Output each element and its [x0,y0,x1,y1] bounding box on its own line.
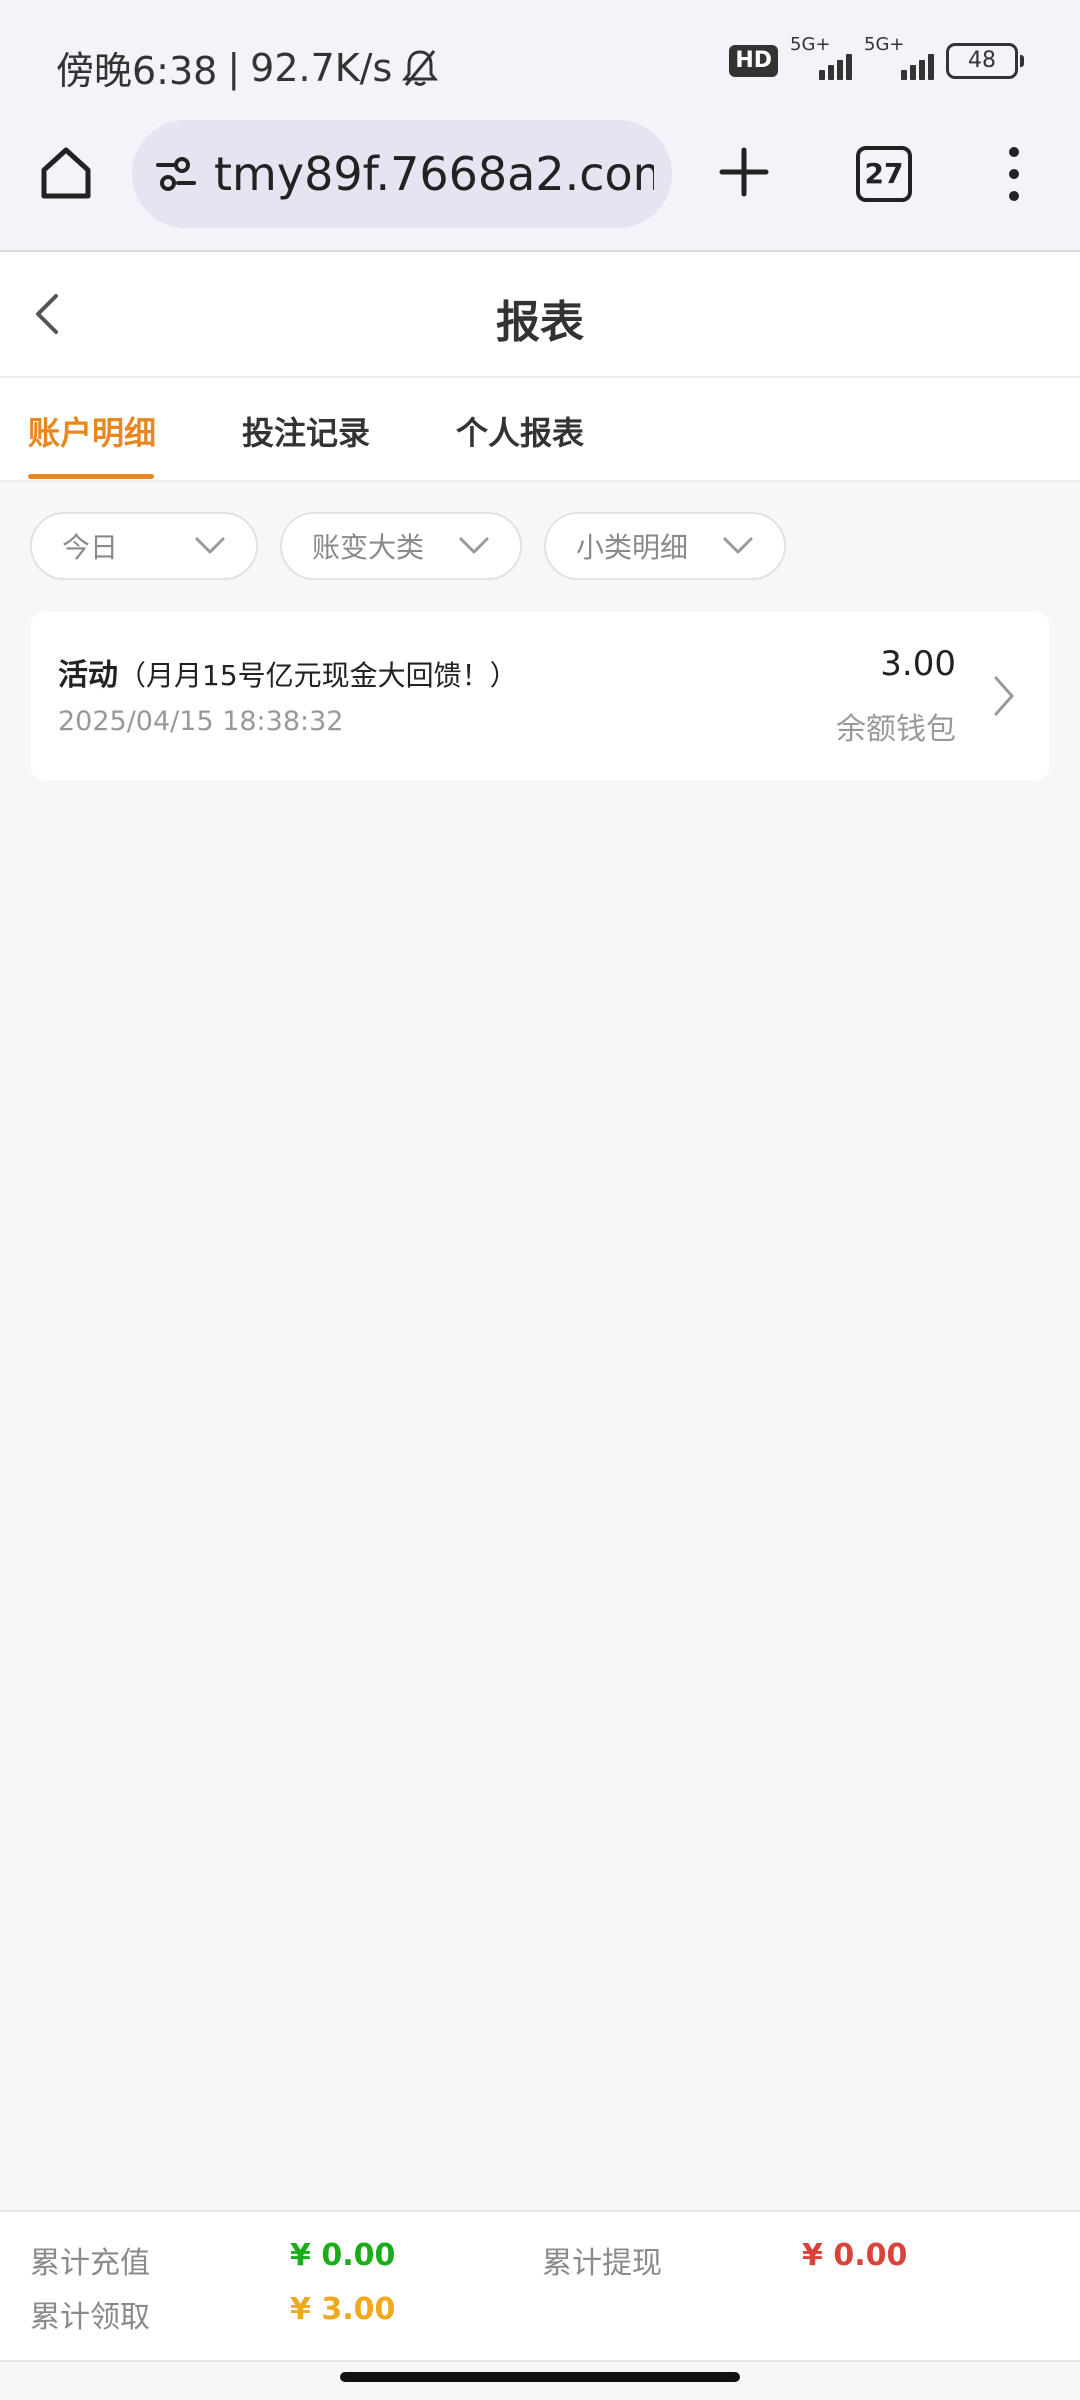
more-menu-icon[interactable] [1004,146,1024,202]
tab-personal-report[interactable]: 个人报表 [456,408,584,454]
total-claim-label: 累计领取 [30,2300,150,2335]
summary-panel: 累计充值 ¥ 0.00 累计提现 ¥ 0.00 累计领取 ¥ 3.00 [0,2210,1080,2362]
record-subtitle: （月月15号亿元现金大回馈！） [118,659,518,692]
record-wallet: 余额钱包 [836,712,956,747]
status-left: 傍晚6:38 | 92.7K/s [56,40,439,95]
record-amount: 3.00 [880,644,956,684]
total-withdraw-value: ¥ 0.00 [802,2238,908,2273]
site-settings-icon[interactable] [152,150,200,198]
filter-date-label: 今日 [62,531,119,564]
status-right: HD 5G+ 5G+ 48 [729,34,1024,80]
signal-2-icon: 5G+ [864,34,934,80]
filter-subcategory-label: 小类明细 [576,531,689,564]
status-bar: 傍晚6:38 | 92.7K/s HD 5G+ 5G+ 48 [0,0,1080,120]
total-recharge-value: ¥ 0.00 [290,2238,396,2273]
total-claim-value: ¥ 3.00 [290,2292,396,2327]
record-time: 2025/04/15 18:38:32 [58,706,344,737]
filter-category-dropdown[interactable]: 账变大类 [280,512,522,580]
chevron-down-icon [459,537,489,554]
filter-category-label: 账变大类 [312,531,425,564]
status-time: 傍晚6:38 [56,49,218,93]
home-indicator[interactable] [340,2372,740,2382]
address-bar[interactable]: tmy89f.7668a2.com/ [132,120,672,228]
app-header: 报表 [0,252,1080,378]
record-item[interactable]: 活动（月月15号亿元现金大回馈！） 2025/04/15 18:38:32 3.… [30,612,1050,780]
hd-badge: HD [729,45,778,77]
tab-switcher-button[interactable]: 27 [856,146,912,202]
active-tab-indicator [28,474,154,479]
status-divider: | [227,45,241,90]
url-text[interactable]: tmy89f.7668a2.com/ [214,147,654,201]
home-icon[interactable] [36,142,96,202]
page-title: 报表 [496,297,584,348]
total-recharge-label: 累计充值 [30,2246,150,2281]
tab-account-details[interactable]: 账户明细 [28,408,156,454]
signal-1-icon: 5G+ [790,34,852,80]
chevron-down-icon [195,537,225,554]
filter-date-dropdown[interactable]: 今日 [30,512,258,580]
total-withdraw-label: 累计提现 [542,2246,662,2281]
network-speed: 92.7K/s [250,45,393,90]
new-tab-icon[interactable] [716,144,772,200]
tab-bet-records[interactable]: 投注记录 [242,408,370,454]
browser-toolbar: tmy89f.7668a2.com/ 27 [0,120,1080,252]
chevron-right-icon[interactable] [992,674,1016,718]
filter-subcategory-dropdown[interactable]: 小类明细 [544,512,786,580]
bell-off-icon [402,49,439,86]
chevron-down-icon [723,537,753,554]
tab-bar: 账户明细 投注记录 个人报表 [0,378,1080,482]
record-title: 活动（月月15号亿元现金大回馈！） [58,650,518,694]
battery-icon: 48 [946,43,1024,79]
record-type: 活动 [58,658,118,693]
